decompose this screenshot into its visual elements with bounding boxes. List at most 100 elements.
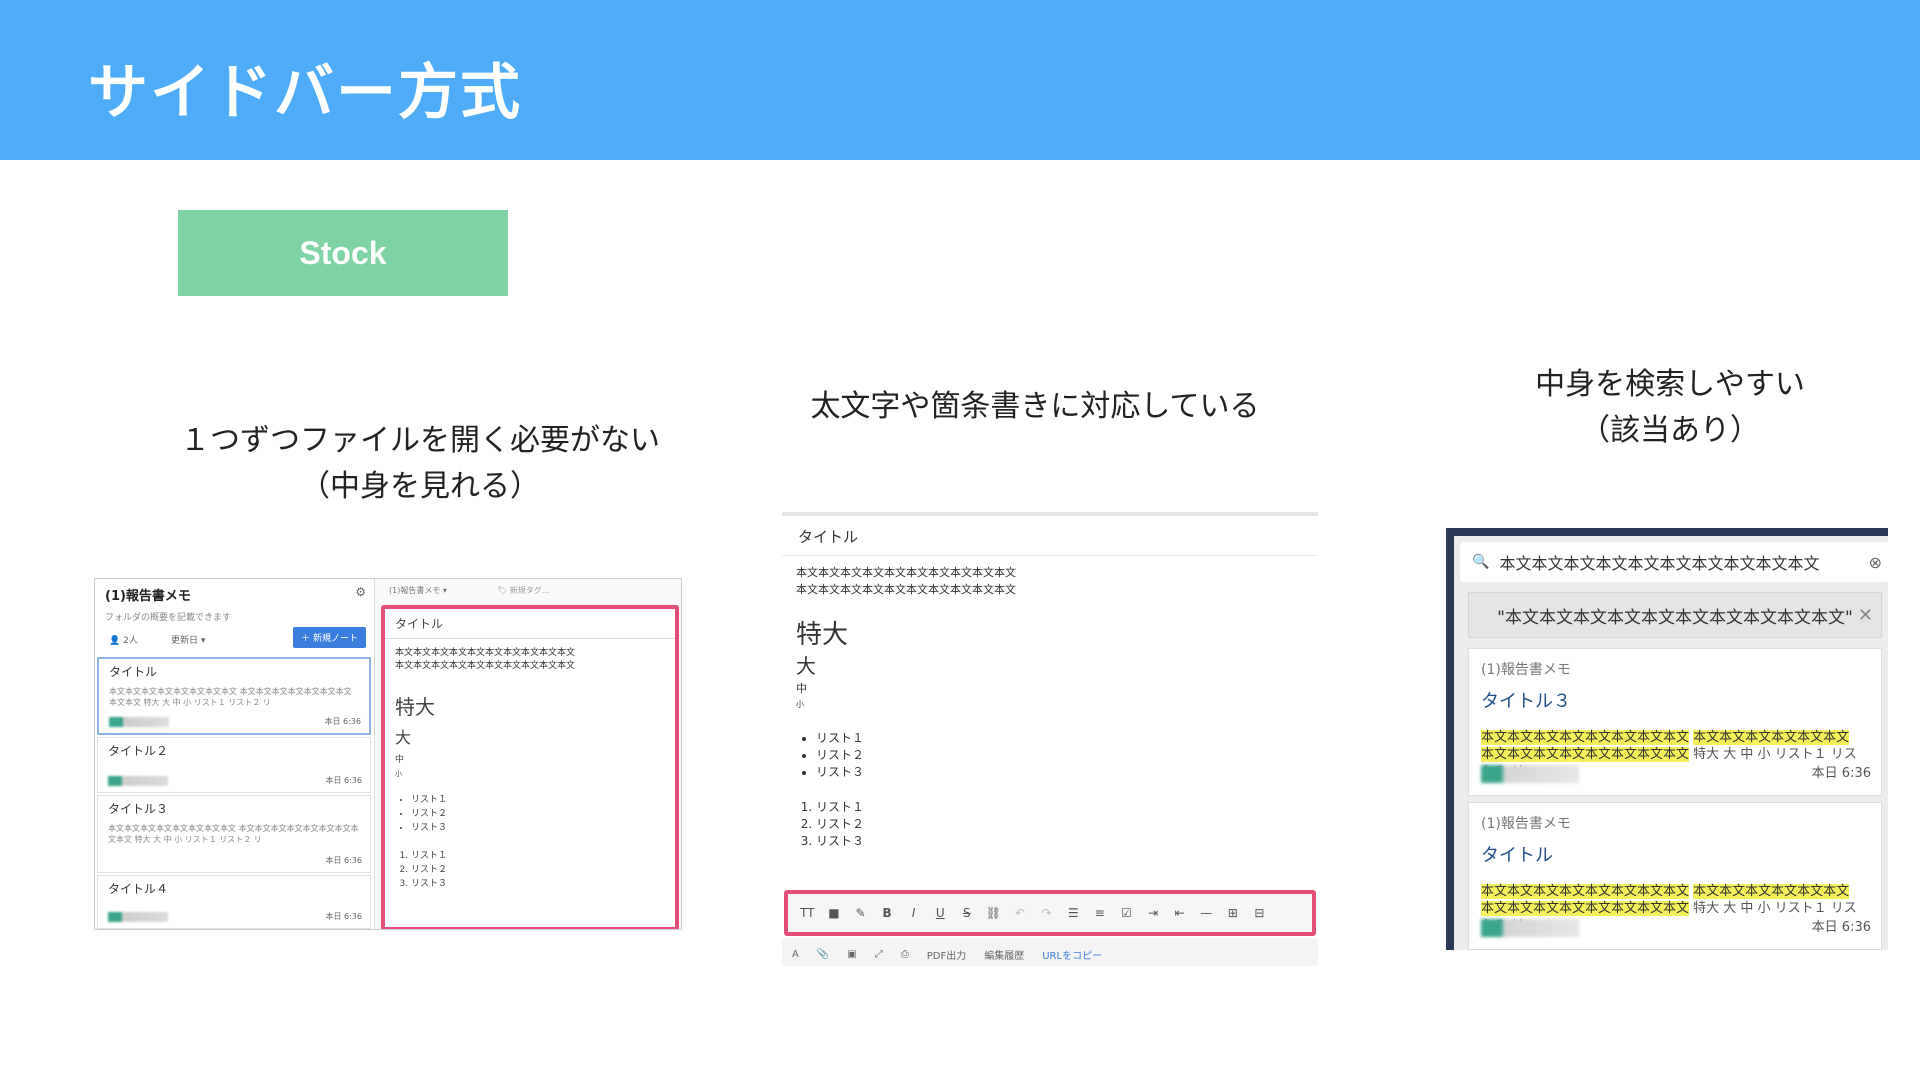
note-title: タイトル２ (108, 744, 169, 758)
list-item: リスト２ (411, 863, 665, 877)
tag-icon: 🏷 (497, 586, 508, 595)
text-color-icon[interactable]: ■ (821, 906, 848, 920)
expand-icon[interactable]: ⤢ (875, 949, 883, 960)
avatar (108, 776, 168, 786)
slide-title: サイドバー方式 (88, 58, 522, 128)
note-item[interactable]: タイトル 本文本文本文本文本文本文本文本文 本文本文本文本文本文本文本文本文本文… (97, 657, 371, 735)
slide-header: サイドバー方式 (0, 0, 1920, 160)
note-view: (1)報告書メモ ▾ 🏷 新規タグ... タイトル 本文本文本文本文本文本文本文… (377, 579, 681, 929)
caption-3-line1: 中身を検索しやすい (1535, 367, 1805, 402)
caption-2: 太文字や箇条書きに対応している (810, 389, 1260, 424)
avatar (108, 912, 168, 922)
user-icon: 👤 (109, 636, 121, 646)
doc-body-line: 本文本文本文本文本文本文本文本文本文本文 (395, 648, 576, 658)
new-note-button[interactable]: ＋ 新規ノート (293, 627, 366, 648)
member-count: 👤 2人 (109, 633, 138, 646)
body-line: 本文本文本文本文本文本文本文本文本文本文 (796, 583, 1016, 596)
list-item: リスト３ (816, 833, 1304, 850)
note-sidebar: (1)報告書メモ フォルダの概要を記載できます ⚙ 👤 2人 更新日 ▾ ＋ 新… (95, 579, 375, 929)
folder-header: (1)報告書メモ フォルダの概要を記載できます ⚙ 👤 2人 更新日 ▾ ＋ 新… (95, 579, 374, 657)
heading-s: 小 (796, 700, 804, 709)
heading-l: 大 (395, 728, 412, 747)
list-item: リスト１ (816, 730, 1304, 747)
outdent-icon[interactable]: ⇤ (1166, 906, 1193, 920)
bold-icon[interactable]: B (874, 906, 901, 920)
highlighter-icon[interactable]: ✎ (847, 906, 874, 920)
collapse-icon[interactable]: ⊟ (1246, 906, 1273, 920)
edit-history-button[interactable]: 編集履歴 (984, 947, 1024, 962)
result-title: タイトル３ (1481, 691, 1571, 712)
attachment-icon[interactable]: 📎 (817, 949, 829, 960)
note-title: タイトル４ (108, 882, 169, 896)
clear-icon[interactable]: ⊗ (1869, 553, 1882, 572)
match-highlight: 本文本文本文本文本文本文本文本文 (1481, 747, 1690, 762)
note-date: 本日 6:36 (325, 776, 362, 785)
link-icon[interactable]: ⛓ (980, 906, 1007, 920)
search-screenshot: 🔍 本文本文本文本文本文本文本文本文本文本文 ⊗ "本文本文本文本文本文本文本文… (1446, 528, 1888, 950)
search-result[interactable]: (1)報告書メモ タイトル 本文本文本文本文本文本文本文本文 本文本文本文本文本… (1468, 802, 1882, 950)
note-item[interactable]: タイトル２ 本日 6:36 (97, 737, 371, 793)
numbered-list-icon[interactable]: ≡ (1087, 906, 1114, 920)
list-item: リスト３ (816, 764, 1304, 781)
sidebar-screenshot: (1)報告書メモ フォルダの概要を記載できます ⚙ 👤 2人 更新日 ▾ ＋ 新… (94, 578, 682, 930)
save-icon[interactable]: ▣ (847, 949, 856, 960)
horizontal-rule-icon[interactable]: — (1193, 906, 1220, 920)
note-title: タイトル (109, 665, 158, 679)
close-icon[interactable]: ✕ (1858, 605, 1873, 626)
checkbox-icon[interactable]: ☑ (1113, 906, 1140, 920)
caption-1: １つずつファイルを開く必要がない （中身を見れる） (150, 418, 690, 510)
list-item: リスト１ (411, 793, 665, 807)
result-date: 本日 6:36 (1811, 920, 1871, 935)
folder-description: フォルダの概要を記載できます (105, 613, 232, 623)
note-date: 本日 6:36 (325, 856, 362, 865)
italic-icon[interactable]: I (900, 906, 927, 920)
heading-xl: 特大 (796, 620, 849, 650)
avatar (1481, 765, 1579, 783)
note-title: タイトル３ (108, 802, 169, 816)
indent-icon[interactable]: ⇥ (1140, 906, 1167, 920)
search-input[interactable]: 🔍 本文本文本文本文本文本文本文本文本文本文 ⊗ (1460, 542, 1888, 582)
tag-input[interactable]: 🏷 新規タグ... (497, 585, 549, 596)
note-date: 本日 6:36 (325, 912, 362, 921)
print-icon[interactable]: ⎙ (901, 949, 909, 960)
folder-name: (1)報告書メモ (105, 589, 191, 604)
copy-url-link[interactable]: URLをコピー (1042, 947, 1102, 962)
numbered-list: リスト１ リスト２ リスト３ (796, 799, 1304, 850)
match-highlight: 本文本文本文本文本文本文 (1693, 730, 1850, 745)
note-item[interactable]: タイトル３ 本文本文本文本文本文本文本文本文 本文本文本文本文本文本文本文本文本… (97, 795, 371, 873)
strikethrough-icon[interactable]: S (954, 906, 981, 920)
font-icon[interactable]: A (792, 949, 799, 960)
underline-icon[interactable]: U (927, 906, 954, 920)
list-item: リスト３ (411, 877, 665, 891)
search-chip: "本文本文本文本文本文本文本文本文本文本文" ✕ (1468, 592, 1882, 638)
stock-label: Stock (178, 210, 508, 296)
member-count-text: 2人 (123, 636, 138, 646)
table-icon[interactable]: ⊞ (1220, 906, 1247, 920)
numbered-list: リスト１ リスト２ リスト３ (395, 849, 665, 891)
list-item: リスト２ (411, 807, 665, 821)
caption-1-line1: １つずつファイルを開く必要がない (180, 423, 660, 458)
bullet-list-icon[interactable]: ☰ (1060, 906, 1087, 920)
note-item[interactable]: タイトル４ 本日 6:36 (97, 875, 371, 929)
pdf-export-button[interactable]: PDF出力 (927, 947, 966, 962)
search-chip-text: "本文本文本文本文本文本文本文本文本文本文" (1497, 607, 1853, 628)
note-preview: 本文本文本文本文本文本文本文本文 本文本文本文本文本文本文本文本文本文 特大 大… (109, 687, 352, 707)
avatar (1481, 919, 1579, 937)
result-folder: (1)報告書メモ (1481, 662, 1571, 678)
body-line: 本文本文本文本文本文本文本文本文本文本文 (796, 566, 1016, 579)
tag-placeholder: 新規タグ... (509, 586, 550, 595)
match-highlight: 本文本文本文本文本文本文本文本文 (1481, 901, 1690, 916)
redo-icon[interactable]: ↷ (1033, 906, 1060, 920)
text-size-icon[interactable]: TT (794, 906, 821, 920)
undo-icon[interactable]: ↶ (1007, 906, 1034, 920)
list-item: リスト３ (411, 821, 665, 835)
sort-select[interactable]: 更新日 ▾ (171, 633, 205, 646)
avatar (109, 717, 169, 727)
match-highlight: 本文本文本文本文本文本文本文本文 (1481, 730, 1690, 745)
search-result[interactable]: (1)報告書メモ タイトル３ 本文本文本文本文本文本文本文本文 本文本文本文本文… (1468, 648, 1882, 796)
editor-body[interactable]: 本文本文本文本文本文本文本文本文本文本文 本文本文本文本文本文本文本文本文本文本… (782, 556, 1318, 858)
note-document: タイトル 本文本文本文本文本文本文本文本文本文本文 本文本文本文本文本文本文本文… (381, 605, 679, 929)
gear-icon[interactable]: ⚙ (355, 585, 366, 599)
caption-3: 中身を検索しやすい （該当あり） (1500, 362, 1840, 454)
editor-title[interactable]: タイトル (782, 516, 1318, 556)
